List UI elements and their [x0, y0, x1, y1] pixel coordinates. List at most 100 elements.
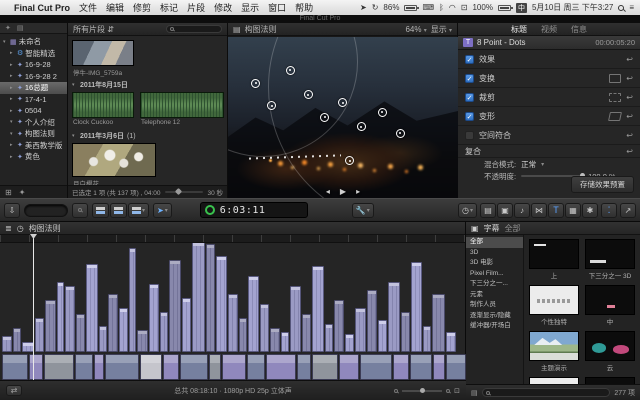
date-group-header[interactable]: ▾ 2011年3月6日 (1) [72, 131, 223, 141]
titles-category[interactable]: 下三分之一... [466, 279, 523, 290]
import-button[interactable]: ⇩ [4, 203, 20, 218]
timeline-clip[interactable] [270, 328, 280, 352]
storyline-clip[interactable] [266, 354, 296, 380]
timeline-clip[interactable] [99, 326, 107, 352]
timeline-clip[interactable] [367, 290, 377, 352]
disclosure-icon[interactable]: ▾ [3, 39, 8, 45]
filmstrip-icon[interactable]: ▤ [471, 389, 478, 397]
timeline-ruler[interactable] [0, 235, 465, 243]
bluetooth-icon[interactable]: ᛒ [439, 3, 444, 12]
disclosure-icon[interactable]: ▾ [72, 82, 77, 88]
title-thumbnail[interactable] [585, 377, 635, 384]
storyline-clip[interactable] [180, 354, 208, 380]
title-thumbnail[interactable] [585, 285, 635, 315]
disclosure-icon[interactable]: ▾ [72, 133, 77, 139]
menu-item[interactable]: 修剪 [133, 1, 151, 14]
tracking-marker[interactable] [251, 79, 260, 88]
timeline-clip[interactable] [423, 326, 431, 352]
titles-category[interactable]: 制作人员 [466, 300, 523, 311]
disclosure-icon[interactable]: ▸ [10, 50, 15, 56]
zoom-popup[interactable]: 64% ▾ [405, 25, 426, 34]
clips-browser-icon[interactable]: ▤ [480, 203, 496, 218]
select-tool-button[interactable]: ➤▾ [153, 203, 172, 218]
storyline-clip[interactable] [163, 354, 179, 380]
skimming-icon[interactable]: ⊡ [454, 387, 460, 395]
timeline-clip[interactable] [281, 332, 289, 352]
storyline-clip[interactable] [29, 354, 43, 380]
timeline-clip[interactable] [119, 308, 128, 352]
timeline-clip[interactable] [334, 300, 344, 352]
sync-icon[interactable]: ↻ [372, 3, 379, 12]
transform-icon[interactable] [609, 74, 621, 83]
timeline-clip[interactable] [312, 266, 324, 352]
view-popup[interactable]: 显示 ▾ [431, 24, 452, 35]
timeline-clip[interactable] [378, 320, 387, 352]
zoom-in-icon[interactable] [446, 389, 450, 393]
app-menu[interactable]: Final Cut Pro [14, 3, 70, 13]
timeline-clip[interactable] [411, 262, 422, 352]
timeline-index-icon[interactable]: ≣ [5, 224, 12, 233]
storyline-clip[interactable] [297, 354, 311, 380]
zoom-out-icon[interactable] [394, 389, 398, 393]
tab-视频[interactable]: 视频 [541, 24, 557, 35]
timeline-clip[interactable] [108, 294, 118, 352]
timeline-clip[interactable] [137, 330, 148, 352]
timeline-clip[interactable] [446, 332, 456, 352]
photos-browser-icon[interactable]: ▣ [497, 203, 513, 218]
project-tab[interactable]: 构图法则 [29, 223, 61, 234]
timeline-clip[interactable] [216, 256, 227, 352]
title-thumbnail[interactable] [529, 331, 579, 361]
reset-icon[interactable]: ↩ [626, 74, 633, 83]
timeline-clip[interactable] [35, 318, 44, 352]
sidebar-item[interactable]: ▸✦17-4-1 [0, 94, 67, 106]
title-thumbnail[interactable] [529, 239, 579, 269]
sidebar-item[interactable]: ▸✦16总题 [0, 82, 67, 94]
disclosure-icon[interactable]: ▸ [10, 73, 15, 79]
timeline-clip[interactable] [13, 328, 21, 352]
enable-checkbox[interactable]: ✓ [465, 55, 474, 64]
timeline-clip[interactable] [65, 286, 75, 352]
storyline-clip[interactable] [140, 354, 162, 380]
title-thumbnail[interactable] [529, 377, 579, 384]
wifi-icon[interactable]: ◠ [449, 3, 456, 12]
menu-item[interactable]: 窗口 [268, 1, 286, 14]
title-thumbnail[interactable] [585, 331, 635, 361]
dashboard[interactable]: 6:03:11 [200, 202, 308, 218]
title-item[interactable] [585, 377, 635, 384]
sidebar-item[interactable]: ▸✦16-9-28 2 [0, 71, 67, 83]
sidebar-item[interactable]: ▸⚙智能精选 [0, 48, 67, 60]
storyline-clip[interactable] [105, 354, 139, 380]
date-group-header[interactable]: ▾ 2011年8月15日 [72, 80, 223, 90]
storyline-clip[interactable] [339, 354, 359, 380]
playhead[interactable] [33, 235, 34, 380]
tab-信息[interactable]: 信息 [571, 24, 587, 35]
music-browser-icon[interactable]: ♪ [514, 203, 530, 218]
timeline-clip[interactable] [432, 294, 445, 352]
distort-icon[interactable] [608, 112, 622, 121]
storyline-clip[interactable] [222, 354, 246, 380]
tools-menu-button[interactable]: 🔧▾ [352, 203, 374, 218]
audio-clip-thumbnail[interactable] [140, 92, 224, 118]
title-item[interactable]: 上 [529, 239, 579, 280]
clapper-icon[interactable]: ▤ [17, 24, 24, 32]
disclosure-icon[interactable]: ▸ [10, 142, 15, 148]
timeline-clip[interactable] [290, 286, 301, 352]
sidebar-item[interactable]: ▾✦个人介绍 [0, 117, 67, 129]
sidebar-item[interactable]: ▸✦0504 [0, 105, 67, 117]
timeline-clip[interactable] [86, 264, 98, 352]
storyline-clip[interactable] [209, 354, 221, 380]
timeline-clip[interactable] [401, 312, 410, 352]
titles-browser-icon[interactable]: T [548, 203, 564, 218]
audio-clip-thumbnail[interactable] [72, 92, 134, 118]
timeline-clip[interactable] [228, 294, 238, 352]
reset-icon[interactable]: ↩ [626, 93, 633, 102]
prev-frame-button[interactable]: ◂ [326, 187, 330, 196]
menu-item[interactable]: 片段 [187, 1, 205, 14]
photos-icon[interactable]: ▣ [471, 224, 479, 233]
titles-category[interactable]: 缓冲器/开场白 [466, 321, 523, 332]
storyline-clip[interactable] [360, 354, 392, 380]
reset-icon[interactable]: ↩ [626, 147, 633, 156]
video-clip-thumbnail[interactable] [72, 40, 134, 66]
tab-标题[interactable]: 标题 [511, 24, 527, 35]
timeline-clip[interactable] [169, 260, 181, 352]
